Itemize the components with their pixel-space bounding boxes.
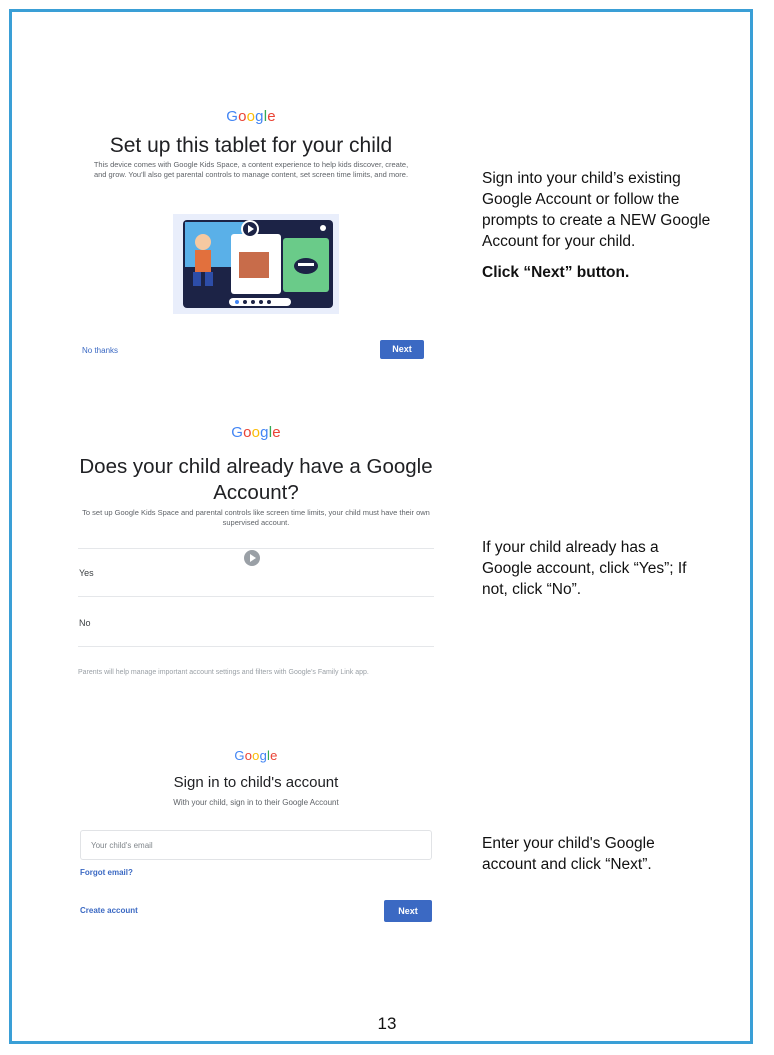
email-placeholder: Your child's email [91, 841, 153, 850]
step2-screenshot: Google Does your child already have a Go… [66, 412, 446, 692]
divider [78, 646, 434, 647]
google-logo: Google [234, 748, 278, 763]
next-button[interactable]: Next [380, 340, 424, 359]
google-logo: Google [231, 424, 281, 441]
play-icon[interactable] [241, 220, 259, 238]
instruction-text: Sign into your child’s existing Google A… [482, 170, 711, 250]
no-thanks-link[interactable]: No thanks [82, 346, 118, 355]
option-yes[interactable]: Yes [79, 568, 94, 578]
instruction-text-bold: Click “Next” button. [482, 264, 630, 281]
create-account-link[interactable]: Create account [80, 906, 138, 915]
option-no[interactable]: No [79, 618, 91, 628]
google-logo: Google [226, 108, 276, 125]
page-number: 13 [377, 1014, 397, 1033]
divider [78, 596, 434, 597]
instruction-text: Enter your child's Google account and cl… [482, 835, 655, 873]
email-field[interactable]: Your child's email [80, 830, 432, 860]
step2-instructions: If your child already has a Google accou… [482, 537, 712, 610]
page-description: To set up Google Kids Space and parental… [82, 508, 430, 527]
play-icon[interactable] [244, 550, 260, 566]
kids-space-illustration [173, 214, 339, 314]
page-description: With your child, sign in to their Google… [173, 798, 339, 807]
step3-instructions: Enter your child's Google account and cl… [482, 833, 682, 885]
instruction-text: If your child already has a Google accou… [482, 539, 687, 598]
step3-screenshot: Google Sign in to child's account With y… [66, 740, 446, 1000]
forgot-email-link[interactable]: Forgot email? [80, 868, 133, 877]
step1-screenshot: Google Set up this tablet for your child… [66, 96, 436, 376]
step1-instructions: Sign into your child’s existing Google A… [482, 168, 712, 293]
page-title: Sign in to child's account [173, 774, 339, 791]
page-title: Does your child already have a Google Ac… [79, 455, 433, 504]
page-title: Set up this tablet for your child [109, 134, 393, 157]
family-link-note: Parents will help manage important accou… [78, 669, 369, 676]
page-description: This device comes with Google Kids Space… [93, 160, 409, 179]
divider [78, 548, 434, 549]
next-button[interactable]: Next [384, 900, 432, 922]
